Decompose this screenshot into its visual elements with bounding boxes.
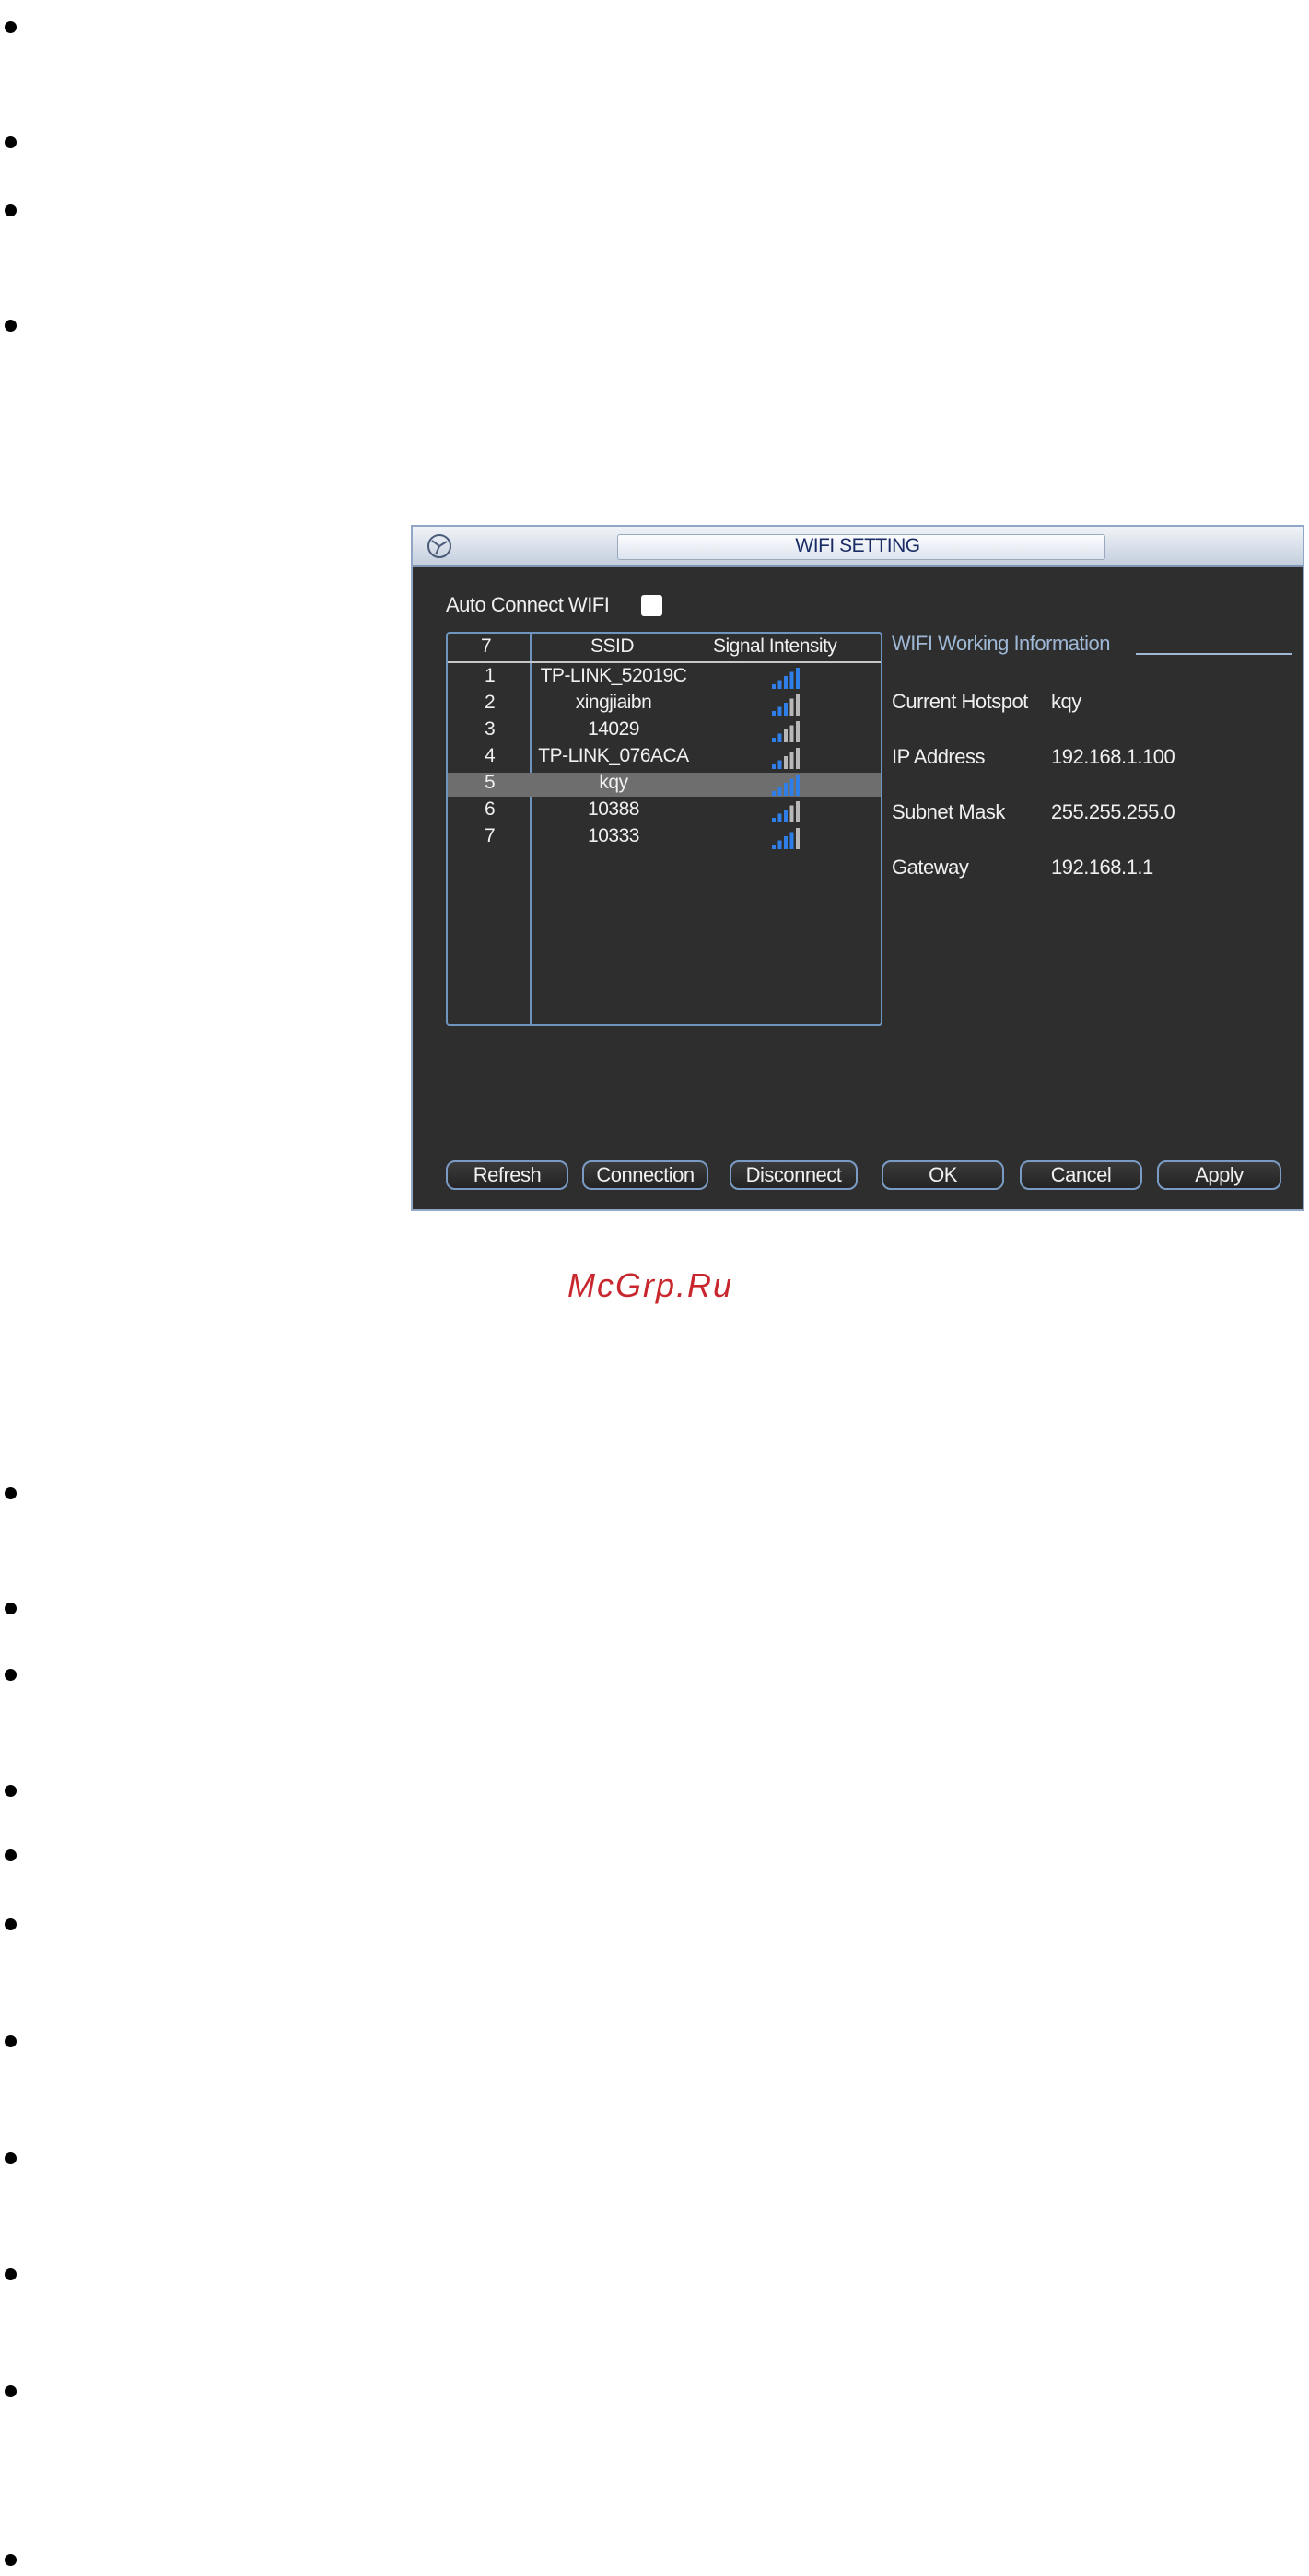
row-number: 2 (485, 692, 496, 713)
signal-strength-icon (772, 721, 800, 742)
signal-bar (772, 738, 776, 742)
signal-bar (789, 698, 794, 716)
ip-address-value: 192.168.1.100 (1051, 745, 1175, 768)
row-ssid: 10333 (588, 825, 639, 846)
ip-address-label: IP Address (892, 745, 986, 768)
title-bar: WIFI SETTING (413, 527, 1303, 567)
signal-bar (796, 721, 800, 742)
current-hotspot-label: Current Hotspot (892, 690, 1028, 713)
row-ssid: kqy (599, 772, 628, 793)
auto-connect-label: Auto Connect WIFI (446, 593, 610, 616)
disconnect-button[interactable]: Disconnect (730, 1160, 858, 1190)
wifi-setting-window: WIFI SETTING Auto Connect WIFI 7 SSID Si… (411, 525, 1304, 1211)
signal-bar (772, 818, 776, 822)
signal-bar (784, 836, 788, 849)
signal-bar (796, 775, 800, 796)
signal-bar (796, 694, 800, 716)
signal-bar (784, 756, 788, 769)
signal-strength-icon (772, 748, 800, 769)
signal-strength-icon (772, 828, 800, 849)
subnet-mask-label: Subnet Mask (892, 800, 1005, 823)
row-ssid: 14029 (588, 718, 639, 740)
signal-bar (789, 832, 794, 849)
bullet (5, 320, 17, 332)
cancel-button[interactable]: Cancel (1020, 1160, 1142, 1190)
signal-strength-icon (772, 694, 800, 716)
bullet (5, 1918, 17, 1930)
bullet (5, 1669, 17, 1681)
signal-bar (796, 801, 800, 822)
bullet (5, 1603, 17, 1614)
row-number: 4 (485, 745, 496, 766)
signal-bar (784, 810, 788, 822)
bullet (5, 2152, 17, 2164)
signal-bar (784, 783, 788, 796)
row-number: 5 (485, 772, 496, 793)
bullet (5, 2554, 17, 2566)
signal-bar (789, 725, 794, 742)
signal-bar (772, 764, 776, 769)
bullet (5, 1849, 17, 1861)
signal-bar (789, 778, 794, 796)
apply-button[interactable]: Apply (1157, 1160, 1281, 1190)
signal-bar (789, 805, 794, 822)
signal-bar (777, 787, 782, 796)
row-ssid: xingjiaibn (575, 692, 652, 713)
signal-bar (796, 828, 800, 849)
row-number: 7 (485, 825, 496, 846)
wifi-list[interactable]: 7 SSID Signal Intensity 1 TP-LINK_52019C 2… (446, 632, 882, 1026)
gateway-label: Gateway (892, 856, 969, 879)
bullet (5, 1785, 17, 1797)
bullet (5, 21, 17, 33)
subnet-mask-value: 255.255.255.0 (1051, 800, 1175, 823)
signal-bar (796, 668, 800, 689)
signal-strength-icon (772, 775, 800, 796)
signal-bar (777, 760, 782, 769)
connection-button[interactable]: Connection (582, 1160, 708, 1190)
refresh-button[interactable]: Refresh (446, 1160, 568, 1190)
ok-button[interactable]: OK (882, 1160, 1004, 1190)
bullet (5, 2035, 17, 2047)
row-number: 3 (485, 718, 496, 740)
signal-bar (777, 733, 782, 742)
window-title: WIFI SETTING (795, 535, 920, 556)
signal-bar (772, 684, 776, 689)
row-number: 1 (485, 665, 496, 686)
auto-connect-checkbox[interactable] (641, 595, 662, 616)
signal-bar (772, 791, 776, 796)
row-ssid: TP-LINK_076ACA (538, 745, 689, 766)
signal-bar (784, 703, 788, 716)
header-ssid: SSID (590, 635, 635, 657)
gateway-value: 192.168.1.1 (1051, 856, 1153, 879)
bullet (5, 2385, 17, 2397)
signal-bar (789, 752, 794, 769)
header-signal: Signal Intensity (713, 635, 837, 657)
row-ssid: 10388 (588, 798, 639, 820)
header-divider (448, 661, 881, 663)
watermark: McGrp.Ru (567, 1266, 734, 1304)
info-title-underline (1136, 653, 1292, 655)
signal-strength-icon (772, 801, 800, 822)
signal-bar (772, 711, 776, 716)
signal-bar (772, 845, 776, 849)
signal-bar (777, 840, 782, 849)
bullet (5, 136, 17, 148)
current-hotspot-value: kqy (1051, 690, 1081, 713)
signal-bar (777, 706, 782, 716)
signal-bar (777, 680, 782, 689)
row-ssid: TP-LINK_52019C (540, 665, 687, 686)
signal-bar (789, 671, 794, 689)
info-title: WIFI Working Information (892, 632, 1111, 655)
signal-bar (777, 813, 782, 822)
signal-bar (784, 729, 788, 742)
row-number: 6 (485, 798, 496, 820)
bullet (5, 2268, 17, 2280)
bullet (5, 1487, 17, 1499)
bullet (5, 204, 17, 216)
signal-strength-icon (772, 668, 800, 689)
signal-bar (784, 676, 788, 689)
header-count: 7 (481, 635, 492, 657)
signal-bar (796, 748, 800, 769)
